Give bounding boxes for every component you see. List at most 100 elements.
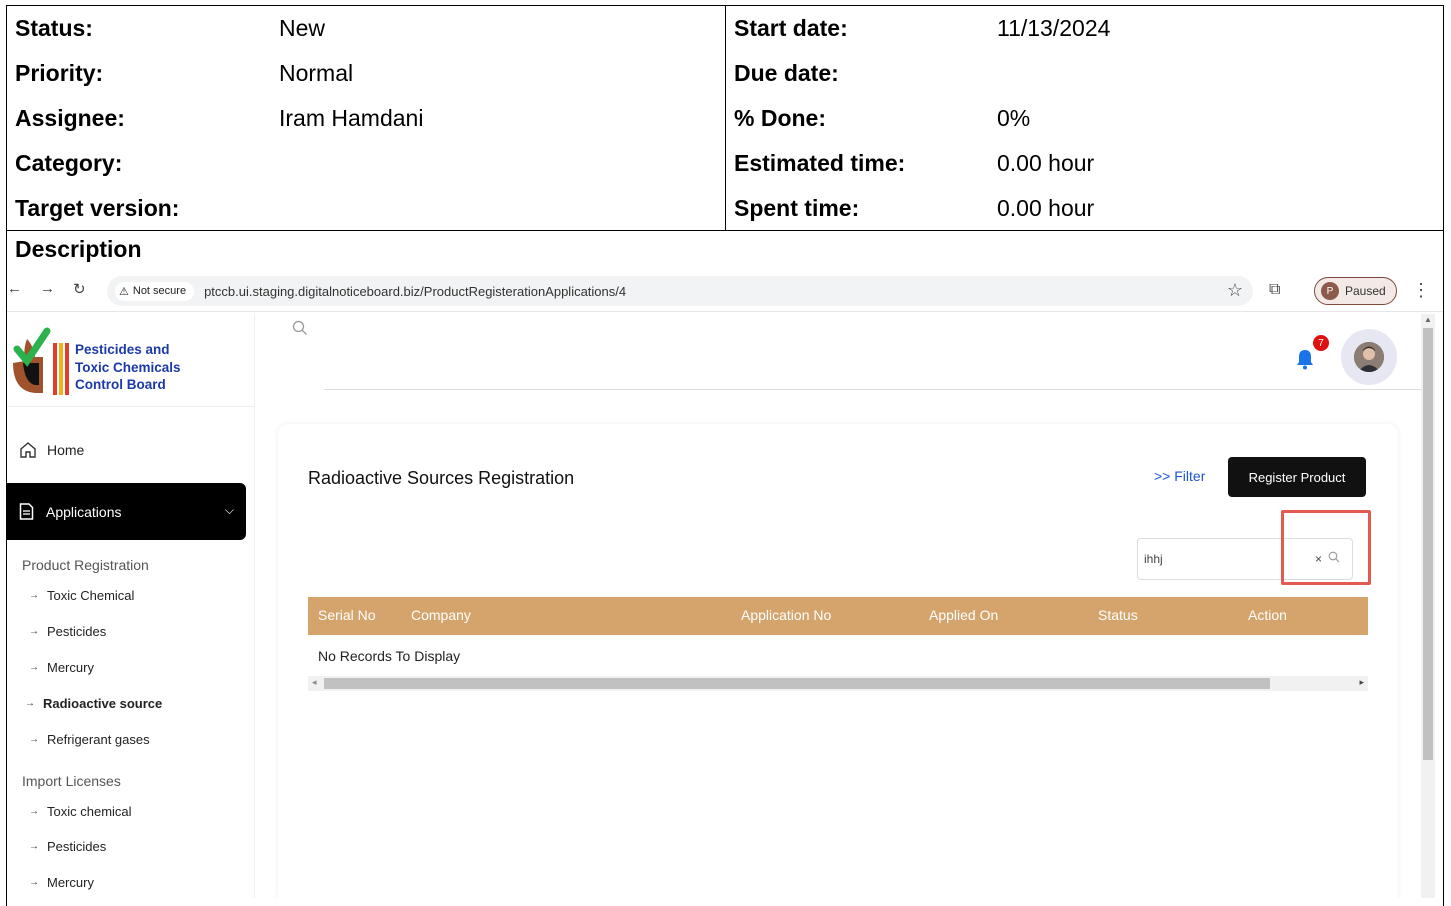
attr-value: 11/13/2024 [997,15,1111,41]
sidebar-subitem-label: Radioactive source [43,696,163,711]
attr-value[interactable]: Iram Hamdani [279,105,423,132]
column-header-application-no[interactable]: Application No [741,607,831,623]
column-header-action[interactable]: Action [1248,607,1287,623]
attr-label: Estimated time: [734,150,906,176]
app-sidebar: Pesticides and Toxic Chemicals Control B… [7,313,255,898]
attr-label: Spent time: [734,195,860,221]
scroll-right-arrow-icon[interactable]: ▸ [1359,677,1364,688]
header-search-icon[interactable] [292,320,308,339]
sidebar-group-import-licenses: Import Licenses [22,773,121,789]
attr-done: % Done: 0% [726,96,1444,141]
attr-label: % Done: [734,105,826,131]
attr-label: Target version: [15,195,180,221]
issue-attributes-table: Status: New Priority: Normal Assignee: I… [6,5,1444,231]
arrow-right-icon: → [29,626,39,637]
sidebar-subitem-radioactive-source[interactable]: → Radioactive source [25,696,162,711]
description-screenshot: ← → ↻ ⚠ Not secure ptccb.ui.staging.digi… [7,270,1443,898]
arrow-right-icon: → [29,877,39,888]
attr-spent-time: Spent time: 0.00 hour [726,186,1444,231]
page-vertical-scrollbar[interactable]: ▲ [1421,314,1435,898]
document-icon [19,503,34,520]
sidebar-subitem-import-toxic-chemical[interactable]: → Toxic chemical [29,804,132,819]
sidebar-item-label: Applications [46,503,122,520]
attr-estimated-time: Estimated time: 0.00 hour [726,141,1444,186]
attr-category: Category: [7,141,725,186]
column-header-company[interactable]: Company [411,607,471,623]
scroll-up-arrow-icon[interactable]: ▲ [1424,315,1432,324]
extensions-puzzle-icon[interactable]: ⧉ [1269,281,1280,299]
attr-value: Normal [279,60,354,86]
sidebar-item-label: Home [47,442,85,458]
logo-line: Toxic Chemicals [75,359,181,375]
arrow-right-icon: → [29,841,39,852]
attr-label: Due date: [734,60,839,86]
arrow-right-icon: → [29,734,39,745]
attr-value: 0.00 hour [997,195,1095,221]
profile-chip[interactable]: P Paused [1314,277,1397,305]
registration-card: Radioactive Sources Registration >> Filt… [278,424,1398,898]
profile-status: Paused [1345,284,1386,298]
reload-icon[interactable]: ↻ [73,280,86,298]
search-icon [292,320,307,335]
sidebar-subitem-import-mercury[interactable]: → Mercury [29,875,94,890]
sidebar-subitem-label: Mercury [47,660,94,675]
sidebar-item-applications[interactable]: Applications ⌵ [7,483,246,540]
header-divider [324,389,1421,390]
description-heading: Description [15,236,142,262]
notification-count-badge: 7 [1313,335,1329,351]
not-secure-label: Not secure [132,285,187,297]
sidebar-subitem-toxic-chemical[interactable]: → Toxic Chemical [29,588,134,603]
logo-line: Pesticides and [75,342,170,357]
address-bar[interactable]: ⚠ Not secure ptccb.ui.staging.digitalnot… [107,276,1253,306]
sidebar-subitem-label: Mercury [47,875,94,890]
sidebar-subitem-mercury[interactable]: → Mercury [29,660,94,675]
register-product-button[interactable]: Register Product [1228,457,1366,497]
profile-avatar: P [1321,282,1339,300]
user-avatar-image [1354,342,1384,372]
sidebar-item-home[interactable]: Home [19,441,84,459]
forward-arrow-icon[interactable]: → [40,280,55,297]
sidebar-subitem-label: Toxic chemical [47,804,132,819]
page-title: Radioactive Sources Registration [308,468,575,488]
sidebar-subitem-import-pesticides[interactable]: → Pesticides [29,839,106,854]
back-arrow-icon[interactable]: ← [7,280,22,297]
table-search-input[interactable] [1144,549,1294,569]
sidebar-subitem-label: Pesticides [47,839,107,854]
scrollbar-thumb[interactable] [324,678,1270,689]
sidebar-subitem-refrigerant-gases[interactable]: → Refrigerant gases [29,732,150,747]
warning-triangle-icon: ⚠ [119,285,129,298]
sidebar-subitem-label: Refrigerant gases [47,732,150,747]
home-icon [20,442,36,458]
attr-status: Status: New [7,6,725,51]
column-header-applied-on[interactable]: Applied On [929,607,998,623]
user-avatar[interactable] [1341,329,1397,385]
bookmark-star-icon[interactable]: ☆ [1227,280,1243,301]
browser-menu-kebab-icon[interactable]: ⋮ [1412,280,1430,301]
chevron-down-icon[interactable]: ⌵ [225,503,234,518]
scroll-left-arrow-icon[interactable]: ◂ [312,677,317,688]
arrow-right-icon: → [29,590,39,601]
empty-table-message: No Records To Display [318,648,461,664]
attr-assignee: Assignee: Iram Hamdani [7,96,725,141]
table-horizontal-scrollbar[interactable]: ◂ ▸ [308,676,1368,691]
attr-priority: Priority: Normal [7,51,725,96]
column-header-status[interactable]: Status [1098,607,1138,623]
sidebar-subitem-label: Pesticides [47,624,107,639]
user-photo-icon [1354,342,1384,372]
not-secure-chip[interactable]: ⚠ Not secure [115,281,195,301]
brand-logo[interactable]: Pesticides and Toxic Chemicals Control B… [7,325,255,407]
attr-value: 0% [997,105,1031,131]
logo-line: Control Board [75,377,166,392]
attr-due-date: Due date: [726,51,1444,96]
attr-label: Status: [15,15,93,41]
annotation-highlight-box [1281,510,1371,585]
filter-link[interactable]: >> Filter [1154,468,1205,484]
scrollbar-thumb[interactable] [1423,328,1433,760]
attr-label: Category: [15,150,123,176]
column-header-serial-no[interactable]: Serial No [318,607,376,623]
sidebar-subitem-pesticides[interactable]: → Pesticides [29,624,106,639]
arrow-right-icon: → [25,698,35,709]
attr-label: Priority: [15,60,104,86]
url-text[interactable]: ptccb.ui.staging.digitalnoticeboard.biz/… [204,284,626,299]
arrow-right-icon: → [29,662,39,673]
